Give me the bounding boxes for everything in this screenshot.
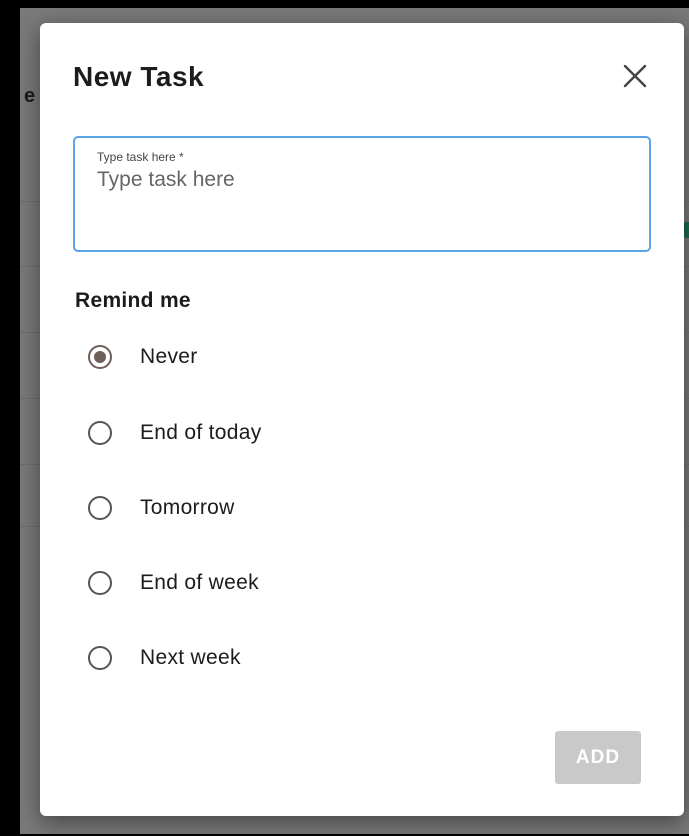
radio-dot bbox=[94, 351, 106, 363]
background-text-fragment: e bbox=[24, 85, 36, 107]
remind-option-label: Next week bbox=[140, 646, 241, 669]
radio-unchecked-icon[interactable] bbox=[88, 421, 112, 445]
task-input[interactable] bbox=[97, 168, 627, 238]
new-task-dialog: New Task Type task here * Remind me Neve… bbox=[40, 23, 684, 816]
remind-option-end-of-today[interactable]: End of today bbox=[88, 416, 488, 450]
radio-checked-icon[interactable] bbox=[88, 345, 112, 369]
remind-option-label: End of today bbox=[140, 421, 262, 444]
radio-unchecked-icon[interactable] bbox=[88, 571, 112, 595]
remind-option-label: Never bbox=[140, 345, 198, 368]
close-icon bbox=[623, 64, 647, 88]
task-field-label: Type task here * bbox=[97, 150, 184, 164]
radio-unchecked-icon[interactable] bbox=[88, 496, 112, 520]
remind-option-label: End of week bbox=[140, 571, 259, 594]
close-button[interactable] bbox=[620, 61, 650, 91]
add-button[interactable]: ADD bbox=[555, 731, 641, 784]
dialog-title: New Task bbox=[73, 61, 205, 92]
remind-option-end-of-week[interactable]: End of week bbox=[88, 566, 488, 600]
remind-option-next-week[interactable]: Next week bbox=[88, 641, 488, 675]
remind-me-heading: Remind me bbox=[75, 289, 191, 312]
remind-option-never[interactable]: Never bbox=[88, 340, 488, 374]
remind-option-label: Tomorrow bbox=[140, 496, 235, 519]
radio-unchecked-icon[interactable] bbox=[88, 646, 112, 670]
task-text-field: Type task here * bbox=[73, 136, 651, 252]
remind-option-tomorrow[interactable]: Tomorrow bbox=[88, 491, 488, 525]
